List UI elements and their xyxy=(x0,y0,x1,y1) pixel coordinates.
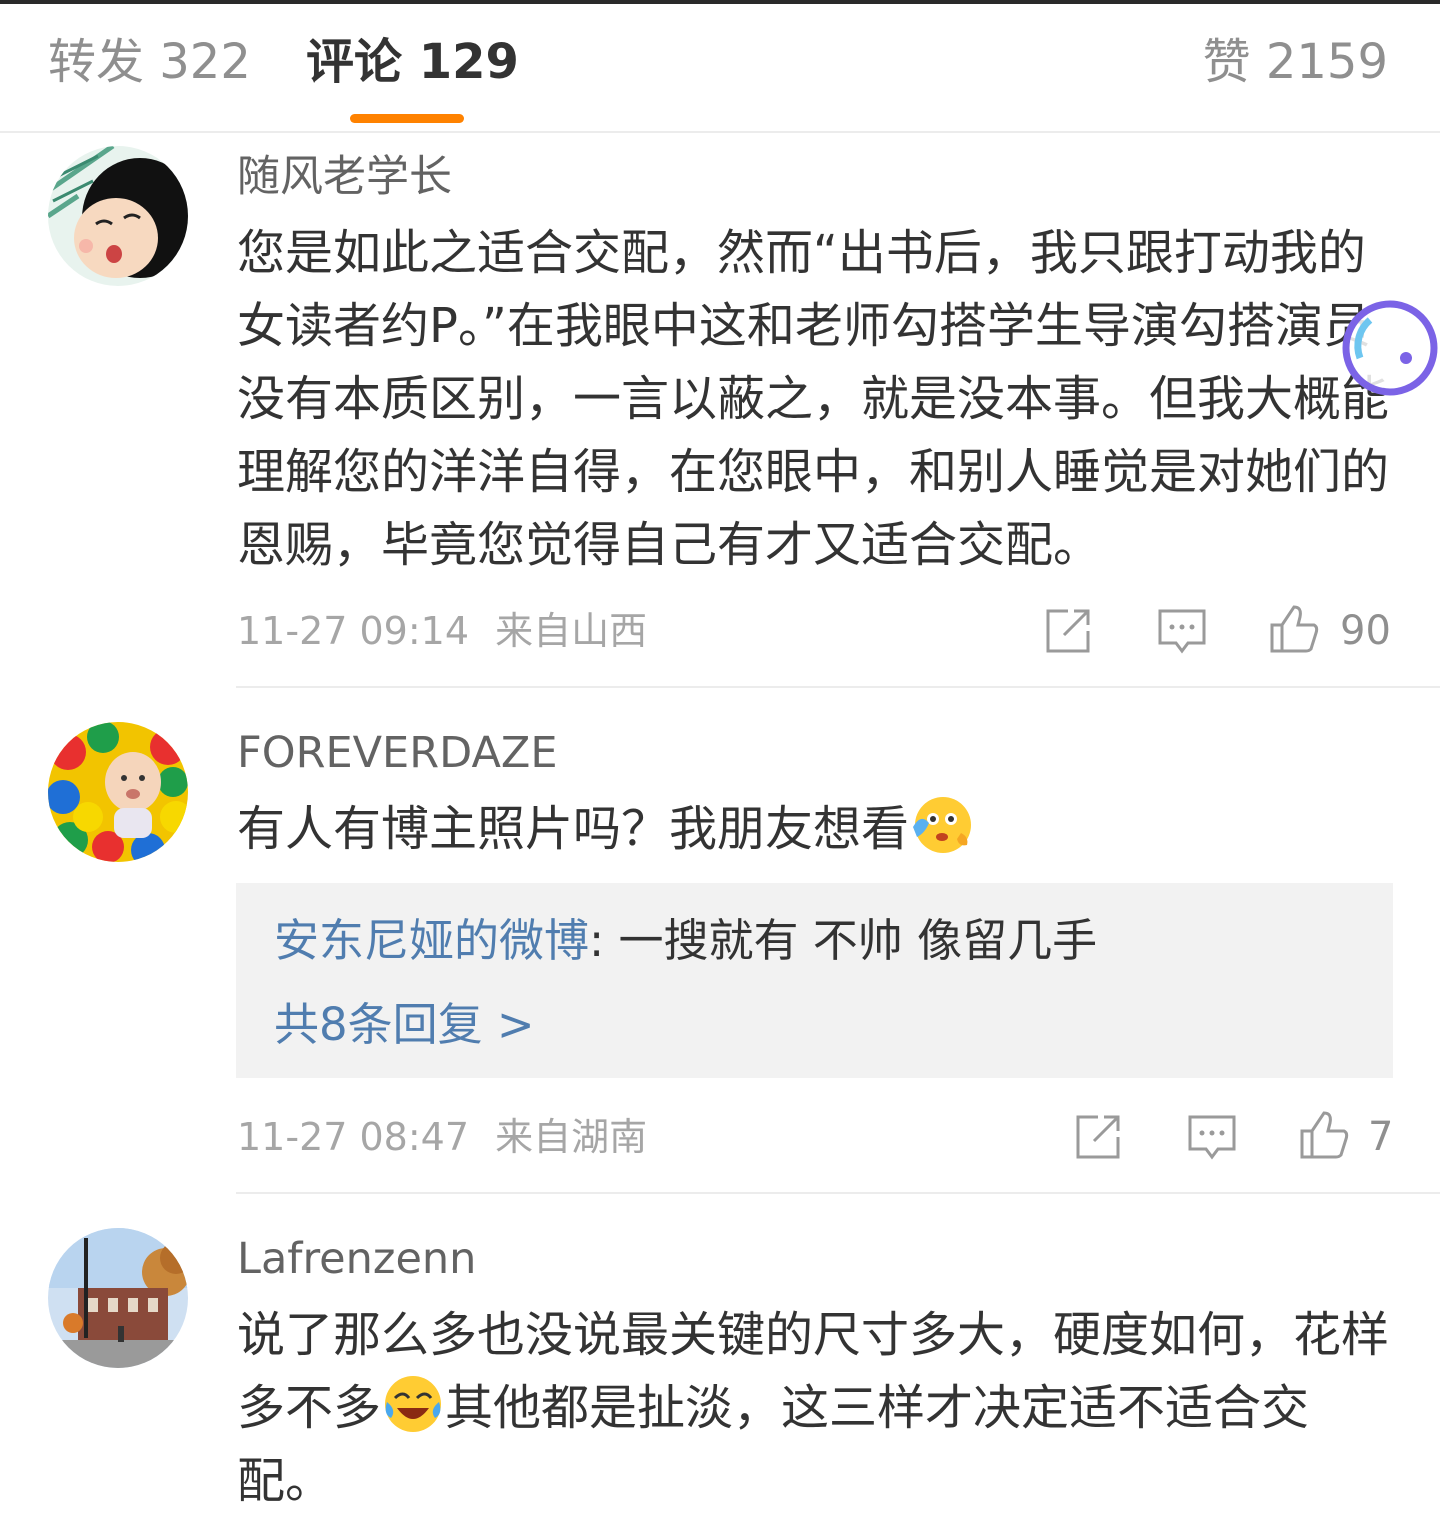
share-icon[interactable] xyxy=(1040,603,1096,659)
divider xyxy=(236,1192,1440,1194)
like-icon[interactable] xyxy=(1266,601,1322,657)
cartoon-sleeping-child-avatar-icon xyxy=(48,146,188,286)
reply-text: : 一搜就有 不帅 像留几手 xyxy=(589,914,1098,967)
comment-location: 来自山西 xyxy=(495,609,648,653)
comment-username[interactable]: 随风老学长 xyxy=(237,150,452,204)
comment-time: 11-27 09:14 xyxy=(237,609,470,653)
comment-text: 您是如此之适合交配，然而“出书后，我只跟打动我的女读者约P。”在我眼中这和老师勾… xyxy=(237,225,1390,573)
comment-meta: 11-27 09:14 来自山西 xyxy=(237,606,647,656)
comment-location: 来自湖南 xyxy=(495,1115,648,1159)
comment-time: 11-27 08:47 xyxy=(237,1115,470,1159)
reply-author[interactable]: 安东尼娅的微博 xyxy=(274,914,589,967)
tab-bar: 转发 322 评论 129 赞 2159 xyxy=(0,4,1440,133)
divider xyxy=(236,686,1440,688)
comment-icon[interactable] xyxy=(1154,603,1210,659)
baby-in-ball-pit-avatar-icon xyxy=(48,722,188,862)
tab-comments[interactable]: 评论 129 xyxy=(306,32,519,92)
tab-likes[interactable]: 赞 2159 xyxy=(1203,32,1388,92)
street-scene-avatar-icon xyxy=(48,1228,188,1368)
like-count: 7 xyxy=(1368,1114,1394,1160)
active-tab-indicator xyxy=(350,114,464,123)
comment-username[interactable]: FOREVERDAZE xyxy=(237,726,557,780)
shy-emoji-icon xyxy=(909,793,973,857)
comment-icon[interactable] xyxy=(1184,1109,1240,1165)
like-icon[interactable] xyxy=(1296,1107,1352,1163)
comment-text: 说了那么多也没说最关键的尺寸多大，硬度如何，花样多不多 其他都是扯淡，这三样才决定… xyxy=(237,1299,1397,1518)
reply-preview[interactable]: 安东尼娅的微博: 一搜就有 不帅 像留几手 共8条回复 > xyxy=(236,883,1393,1078)
comment-text-content: 有人有博主照片吗？我朋友想看 xyxy=(237,801,910,857)
reply-line: 安东尼娅的微博: 一搜就有 不帅 像留几手 xyxy=(274,911,1097,971)
share-icon[interactable] xyxy=(1070,1109,1126,1165)
view-replies-link[interactable]: 共8条回复 > xyxy=(274,995,535,1055)
avatar[interactable] xyxy=(48,146,188,286)
tab-forward[interactable]: 转发 322 xyxy=(48,32,251,92)
comment-meta: 11-27 08:47 来自湖南 xyxy=(237,1112,647,1162)
avatar[interactable] xyxy=(48,1228,188,1368)
like-count: 90 xyxy=(1340,608,1391,654)
comment-text: 有人有博主照片吗？我朋友想看 xyxy=(237,793,1397,866)
floating-assistant-button[interactable] xyxy=(1340,298,1440,398)
comment-username[interactable]: Lafrenzenn xyxy=(237,1232,476,1286)
avatar[interactable] xyxy=(48,722,188,862)
laughing-crying-emoji-icon xyxy=(381,1372,445,1436)
